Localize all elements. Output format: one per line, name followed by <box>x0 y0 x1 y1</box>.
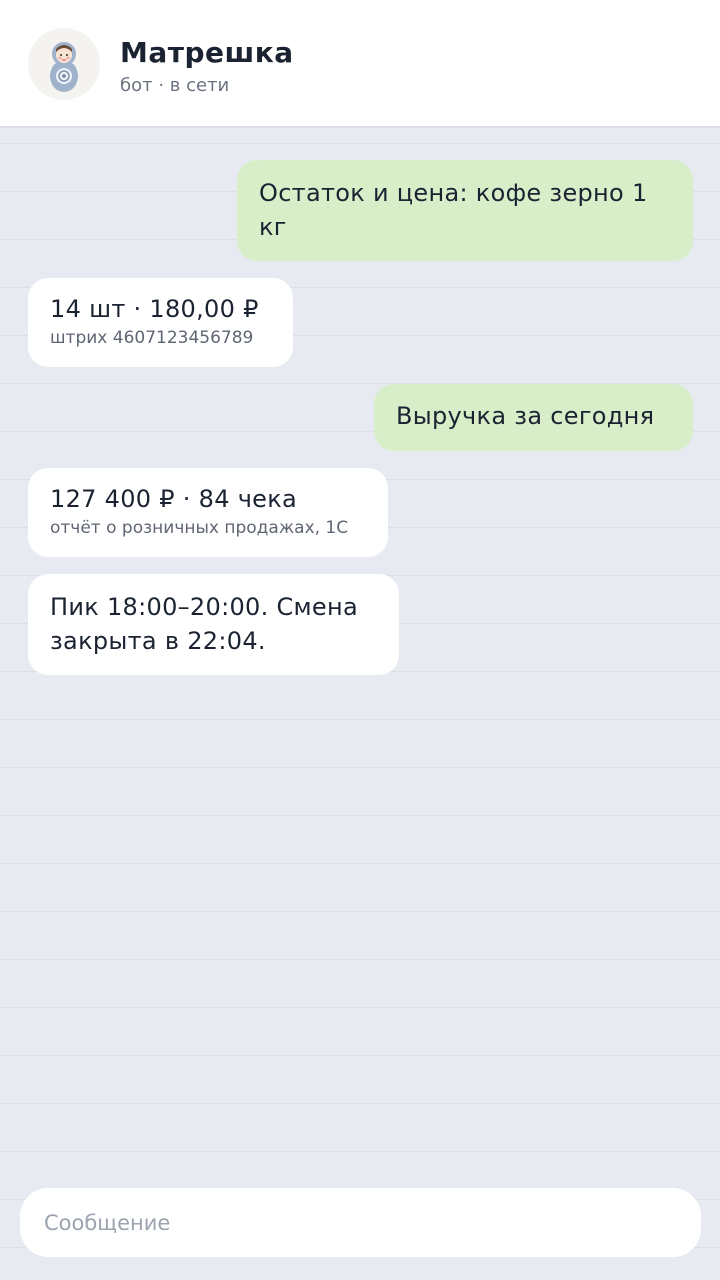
message-composer <box>20 1188 701 1257</box>
message-subtext: отчёт о розничных продажах, 1С <box>50 518 349 538</box>
chat-title: Матрешка <box>120 36 294 69</box>
message-bubble-incoming[interactable]: 127 400 ₽ · 84 чека отчёт о розничных пр… <box>28 468 388 557</box>
message-text: Выручка за сегодня <box>396 402 655 430</box>
chat-header: Матрешка бот · в сети <box>0 0 720 128</box>
matryoshka-doll-icon <box>50 42 78 92</box>
message-subtext: штрих 4607123456789 <box>50 328 254 348</box>
message-text: 127 400 ₽ · 84 чека <box>50 485 298 513</box>
chat-status: бот · в сети <box>120 75 230 96</box>
message-bubble-incoming[interactable]: 14 шт · 180,00 ₽ штрих 4607123456789 <box>28 278 293 367</box>
message-bubble-incoming[interactable]: Пик 18:00–20:00. Смена закрыта в 22:04. <box>28 574 399 675</box>
message-text: Пик 18:00–20:00. Смена закрыта в 22:04. <box>50 593 358 655</box>
message-bubble-outgoing[interactable]: Выручка за сегодня <box>374 384 693 451</box>
message-bubble-outgoing[interactable]: Остаток и цена: кофе зерно 1 кг <box>237 160 693 261</box>
message-text: Остаток и цена: кофе зерно 1 кг <box>259 179 648 241</box>
avatar[interactable] <box>28 28 100 100</box>
message-text: 14 шт · 180,00 ₽ <box>50 295 259 323</box>
message-input[interactable] <box>44 1188 674 1257</box>
